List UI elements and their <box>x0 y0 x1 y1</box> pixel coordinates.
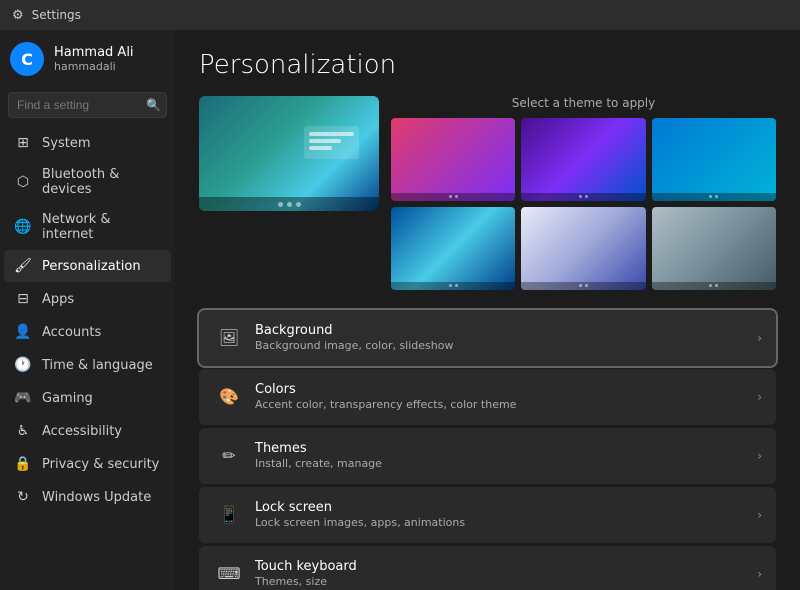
sidebar-item-time[interactable]: 🕐 Time & language <box>4 349 171 381</box>
sidebar-item-accounts[interactable]: 👤 Accounts <box>4 316 171 348</box>
sidebar-item-label-update: Windows Update <box>42 490 151 505</box>
colors-text: Colors Accent color, transparency effect… <box>255 382 757 411</box>
preview-taskbar <box>199 197 379 211</box>
sidebar-item-label-gaming: Gaming <box>42 391 93 406</box>
nav-list: ⊞ System ⬡ Bluetooth & devices 🌐 Network… <box>0 126 175 514</box>
system-icon: ⊞ <box>14 134 32 152</box>
settings-item-touchkeyboard[interactable]: ⌨ Touch keyboard Themes, size › <box>199 546 776 590</box>
background-title: Background <box>255 323 757 338</box>
bluetooth-icon: ⬡ <box>14 173 32 191</box>
taskbar-dot-3 <box>296 202 301 207</box>
taskbar-dot-2 <box>287 202 292 207</box>
sidebar-item-apps[interactable]: ⊟ Apps <box>4 283 171 315</box>
theme-thumb-t5[interactable] <box>521 207 645 290</box>
privacy-icon: 🔒 <box>14 455 32 473</box>
settings-item-colors[interactable]: 🎨 Colors Accent color, transparency effe… <box>199 369 776 425</box>
apps-icon: ⊟ <box>14 290 32 308</box>
sidebar-item-label-system: System <box>42 136 90 151</box>
sidebar-item-label-bluetooth: Bluetooth & devices <box>42 167 161 197</box>
sidebar-item-label-accounts: Accounts <box>42 325 101 340</box>
sidebar-item-label-network: Network & internet <box>42 212 161 242</box>
theme-thumb-t3[interactable] <box>652 118 776 201</box>
network-icon: 🌐 <box>14 218 32 236</box>
background-text: Background Background image, color, slid… <box>255 323 757 352</box>
sidebar-item-bluetooth[interactable]: ⬡ Bluetooth & devices <box>4 160 171 204</box>
lockscreen-title: Lock screen <box>255 500 757 515</box>
theme-thumb-t6[interactable] <box>652 207 776 290</box>
title-bar-text: Settings <box>32 8 81 22</box>
theme-thumb-t4[interactable] <box>391 207 515 290</box>
personalization-icon: 🖌 <box>14 257 32 275</box>
search-input[interactable] <box>8 92 167 118</box>
background-chevron: › <box>757 331 762 345</box>
sidebar: C Hammad Ali hammadali 🔍 ⊞ System ⬡ Blue… <box>0 30 175 590</box>
colors-chevron: › <box>757 390 762 404</box>
accounts-icon: 👤 <box>14 323 32 341</box>
sidebar-item-label-time: Time & language <box>42 358 153 373</box>
themes-chevron: › <box>757 449 762 463</box>
sidebar-item-personalization[interactable]: 🖌 Personalization <box>4 250 171 282</box>
lockscreen-icon: 📱 <box>213 499 245 531</box>
settings-icon: ⚙ <box>12 8 24 23</box>
background-desc: Background image, color, slideshow <box>255 339 757 352</box>
preview-window <box>304 126 359 159</box>
settings-item-background[interactable]: 🖼 Background Background image, color, sl… <box>199 310 776 366</box>
preview-line-2 <box>309 139 341 143</box>
settings-item-lockscreen[interactable]: 📱 Lock screen Lock screen images, apps, … <box>199 487 776 543</box>
touchkeyboard-chevron: › <box>757 567 762 581</box>
theme-label: Select a theme to apply <box>391 96 776 110</box>
sidebar-item-label-accessibility: Accessibility <box>42 424 122 439</box>
user-profile[interactable]: C Hammad Ali hammadali <box>0 30 175 88</box>
theme-thumb-t1[interactable] <box>391 118 515 201</box>
touchkeyboard-title: Touch keyboard <box>255 559 757 574</box>
gaming-icon: 🎮 <box>14 389 32 407</box>
content-area: Personalization Select a theme to apply <box>175 30 800 590</box>
time-icon: 🕐 <box>14 356 32 374</box>
sidebar-item-gaming[interactable]: 🎮 Gaming <box>4 382 171 414</box>
background-icon: 🖼 <box>213 322 245 354</box>
search-box: 🔍 <box>8 92 167 118</box>
preview-line-3 <box>309 146 332 150</box>
user-info: Hammad Ali hammadali <box>54 45 134 73</box>
taskbar-dot-1 <box>278 202 283 207</box>
sidebar-item-label-privacy: Privacy & security <box>42 457 159 472</box>
search-icon: 🔍 <box>146 98 161 112</box>
colors-desc: Accent color, transparency effects, colo… <box>255 398 757 411</box>
lockscreen-text: Lock screen Lock screen images, apps, an… <box>255 500 757 529</box>
sidebar-item-update[interactable]: ↻ Windows Update <box>4 481 171 513</box>
theme-grid <box>391 118 776 290</box>
avatar: C <box>10 42 44 76</box>
touchkeyboard-icon: ⌨ <box>213 558 245 590</box>
update-icon: ↻ <box>14 488 32 506</box>
current-theme-preview <box>199 96 379 211</box>
sidebar-item-accessibility[interactable]: ♿ Accessibility <box>4 415 171 447</box>
accessibility-icon: ♿ <box>14 422 32 440</box>
themes-desc: Install, create, manage <box>255 457 757 470</box>
colors-icon: 🎨 <box>213 381 245 413</box>
preview-line-1 <box>309 132 354 136</box>
user-name: Hammad Ali <box>54 45 134 60</box>
settings-list: 🖼 Background Background image, color, sl… <box>199 310 776 590</box>
user-handle: hammadali <box>54 60 134 73</box>
lockscreen-desc: Lock screen images, apps, animations <box>255 516 757 529</box>
title-bar: ⚙ Settings <box>0 0 800 30</box>
themes-text: Themes Install, create, manage <box>255 441 757 470</box>
sidebar-item-label-apps: Apps <box>42 292 74 307</box>
touchkeyboard-text: Touch keyboard Themes, size <box>255 559 757 588</box>
sidebar-item-system[interactable]: ⊞ System <box>4 127 171 159</box>
theme-section: Select a theme to apply <box>199 96 776 290</box>
sidebar-item-privacy[interactable]: 🔒 Privacy & security <box>4 448 171 480</box>
lockscreen-chevron: › <box>757 508 762 522</box>
sidebar-item-network[interactable]: 🌐 Network & internet <box>4 205 171 249</box>
themes-icon: ✏ <box>213 440 245 472</box>
colors-title: Colors <box>255 382 757 397</box>
settings-item-themes[interactable]: ✏ Themes Install, create, manage › <box>199 428 776 484</box>
page-title: Personalization <box>199 50 776 80</box>
theme-grid-section: Select a theme to apply <box>391 96 776 290</box>
theme-thumb-t2[interactable] <box>521 118 645 201</box>
themes-title: Themes <box>255 441 757 456</box>
touchkeyboard-desc: Themes, size <box>255 575 757 588</box>
sidebar-item-label-personalization: Personalization <box>42 259 141 274</box>
